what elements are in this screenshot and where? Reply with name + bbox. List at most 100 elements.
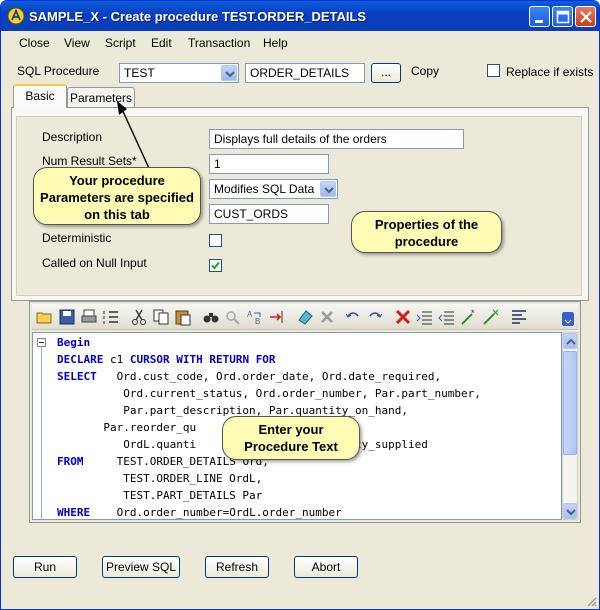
code-keyword: FROM bbox=[57, 455, 84, 468]
sql-data-access-combo[interactable]: Modifies SQL Data bbox=[209, 179, 338, 199]
vertical-scrollbar[interactable] bbox=[562, 332, 578, 520]
replace-if-exists-label: Replace if exists bbox=[506, 65, 594, 79]
parameters-callout: Your procedure Parameters are specified … bbox=[33, 167, 201, 225]
procedure-name-input[interactable]: ORDER_DETAILS bbox=[245, 63, 365, 83]
app-icon bbox=[7, 7, 25, 25]
outdent-icon[interactable] bbox=[438, 308, 456, 326]
code-text: c1 bbox=[103, 353, 130, 366]
copy-icon[interactable] bbox=[152, 308, 170, 326]
chevron-up-icon bbox=[566, 338, 576, 345]
code-text: TEST.PART_DETAILS Par bbox=[57, 489, 263, 502]
menu-view[interactable]: View bbox=[64, 36, 90, 50]
fold-guide bbox=[41, 347, 42, 519]
copy-label: Copy bbox=[411, 64, 440, 78]
tab-basic[interactable]: Basic bbox=[13, 84, 67, 108]
replace-if-exists-checkbox[interactable] bbox=[487, 64, 500, 77]
code-text: Ord.cust_code, Ord.order_date, Ord.date_… bbox=[96, 370, 442, 383]
list-numbered-icon[interactable] bbox=[102, 308, 120, 326]
minimize-icon bbox=[535, 20, 543, 23]
scroll-thumb[interactable] bbox=[563, 351, 577, 455]
cut-icon[interactable] bbox=[130, 308, 148, 326]
code-line: WHERE Ord.order_number=OrdL.order_number bbox=[57, 506, 342, 519]
undo-icon[interactable] bbox=[344, 308, 362, 326]
code-line: DECLARE c1 CURSOR WITH RETURN FOR bbox=[57, 353, 276, 370]
eraser-icon[interactable] bbox=[296, 308, 314, 326]
paste-icon[interactable] bbox=[174, 308, 192, 326]
menu-edit[interactable]: Edit bbox=[151, 36, 172, 50]
menu-close[interactable]: Close bbox=[19, 36, 50, 50]
code-line: SELECT Ord.cust_code, Ord.order_date, Or… bbox=[57, 370, 441, 387]
browse-button[interactable]: ... bbox=[371, 63, 401, 83]
collapse-icon[interactable] bbox=[37, 338, 47, 348]
properties-callout: Properties of the procedure bbox=[351, 211, 502, 253]
menu-script[interactable]: Script bbox=[105, 36, 136, 50]
code-keyword: DECLARE bbox=[57, 353, 104, 366]
maximize-icon bbox=[556, 10, 570, 24]
cancel-icon[interactable] bbox=[394, 308, 412, 326]
scroll-up-button[interactable] bbox=[563, 333, 577, 349]
chevron-down-icon[interactable] bbox=[320, 181, 336, 197]
description-input[interactable]: Displays full details of the orders bbox=[209, 129, 464, 149]
redo-icon[interactable] bbox=[366, 308, 384, 326]
resize-grip-icon[interactable] bbox=[585, 595, 597, 607]
goto-line-icon[interactable] bbox=[268, 308, 286, 326]
title-bar[interactable]: SAMPLE_X - Create procedure TEST.ORDER_D… bbox=[1, 1, 599, 31]
code-line: Begin bbox=[57, 336, 90, 353]
procedure-editor: AB * Begin DECLARE c1 CURSOR WITH RETURN … bbox=[29, 301, 581, 523]
specific-name-input[interactable]: CUST_ORDS bbox=[209, 204, 329, 224]
code-text: TEST.ORDER_LINE OrdL, bbox=[57, 472, 263, 485]
delete-icon[interactable] bbox=[318, 308, 336, 326]
replace-icon[interactable]: AB bbox=[246, 308, 264, 326]
save-icon[interactable] bbox=[58, 308, 76, 326]
print-icon[interactable] bbox=[80, 308, 98, 326]
code-text: Ord.order_number=OrdL.order_number bbox=[90, 506, 342, 519]
editor-toolbar: AB * bbox=[32, 304, 578, 330]
chevron-down-icon[interactable] bbox=[221, 65, 237, 81]
svg-text:*: * bbox=[471, 308, 475, 318]
refresh-button[interactable]: Refresh bbox=[205, 556, 269, 578]
menu-bar: Close View Script Edit Transaction Help bbox=[1, 31, 599, 55]
toolbar-overflow-icon[interactable] bbox=[562, 312, 574, 326]
maximize-button[interactable] bbox=[552, 6, 573, 27]
minimize-button[interactable] bbox=[529, 6, 550, 27]
window-title: SAMPLE_X - Create procedure TEST.ORDER_D… bbox=[29, 9, 367, 24]
checkmark-icon bbox=[211, 261, 220, 270]
code-text: Ord.current_status, Ord.order_number, Pa… bbox=[57, 387, 481, 400]
sql-data-access-value: Modifies SQL Data bbox=[214, 182, 315, 196]
find-next-icon[interactable] bbox=[224, 308, 242, 326]
code-text: Par.reorder_qu bbox=[57, 421, 197, 434]
schema-combo[interactable]: TEST bbox=[119, 63, 239, 83]
svg-text:B: B bbox=[255, 317, 260, 326]
menu-transaction[interactable]: Transaction bbox=[188, 36, 250, 50]
deterministic-label: Deterministic bbox=[42, 231, 112, 245]
main-window: SAMPLE_X - Create procedure TEST.ORDER_D… bbox=[0, 0, 600, 610]
code-keyword: CURSOR WITH RETURN FOR bbox=[129, 353, 276, 366]
null-input-checkbox[interactable] bbox=[209, 259, 222, 272]
code-line: TEST.ORDER_LINE OrdL, bbox=[57, 472, 262, 489]
comment-icon[interactable]: * bbox=[460, 308, 478, 326]
menu-help[interactable]: Help bbox=[263, 36, 288, 50]
scroll-down-button[interactable] bbox=[563, 503, 577, 519]
null-input-label: Called on Null Input bbox=[42, 256, 147, 270]
deterministic-checkbox[interactable] bbox=[209, 234, 222, 247]
code-keyword: WHERE bbox=[57, 506, 91, 519]
close-window-button[interactable] bbox=[575, 6, 596, 27]
find-icon[interactable] bbox=[202, 308, 220, 326]
align-left-icon[interactable] bbox=[510, 308, 528, 326]
code-line: Ord.current_status, Ord.order_number, Pa… bbox=[57, 387, 481, 404]
code-line: Par.reorder_qu bbox=[57, 421, 196, 438]
uncomment-icon[interactable] bbox=[482, 308, 500, 326]
sql-procedure-label: SQL Procedure bbox=[17, 64, 100, 78]
chevron-down-icon bbox=[566, 509, 576, 516]
indent-icon[interactable] bbox=[416, 308, 434, 326]
procedure-text-callout: Enter your Procedure Text bbox=[222, 416, 360, 460]
run-button[interactable]: Run bbox=[13, 556, 77, 578]
open-folder-icon[interactable] bbox=[36, 308, 54, 326]
close-icon bbox=[580, 11, 592, 23]
preview-sql-button[interactable]: Preview SQL bbox=[102, 556, 180, 578]
num-result-sets-input[interactable]: 1 bbox=[209, 154, 329, 174]
svg-text:A: A bbox=[247, 310, 253, 319]
code-keyword: Begin bbox=[57, 336, 91, 349]
abort-button[interactable]: Abort bbox=[294, 556, 358, 578]
code-line: TEST.PART_DETAILS Par bbox=[57, 489, 262, 506]
